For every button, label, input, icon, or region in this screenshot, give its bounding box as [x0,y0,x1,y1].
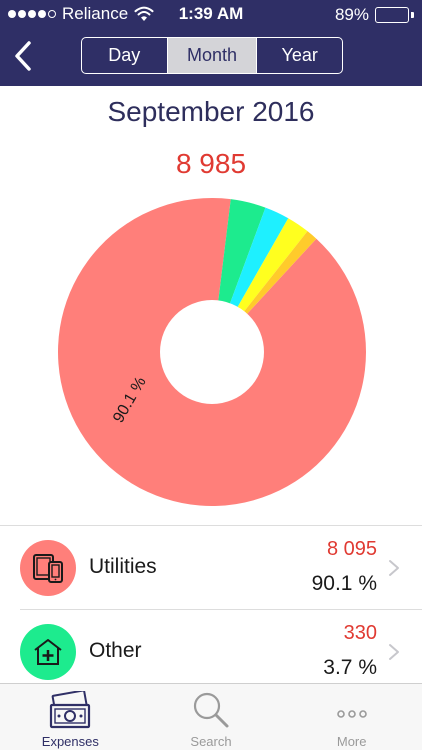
battery-status: 89% [335,5,414,25]
chevron-right-icon [389,560,399,576]
tab-bar: Expenses Search More [0,683,422,750]
category-name: Utilities [89,555,157,578]
tab-label: More [336,734,367,749]
segment-year[interactable]: Year [257,38,342,73]
category-row-other[interactable]: Other 330 3.7 % [0,610,422,694]
house-plus-icon [34,639,62,665]
category-amount: 8 095 [326,538,377,560]
period-segmented-control: Day Month Year [81,37,343,74]
status-bar: Reliance 1:39 AM 89% [0,0,422,28]
donut-hole [160,300,264,404]
battery-icon [375,7,409,23]
tab-expenses[interactable]: Expenses [0,684,141,750]
chevron-left-icon [15,41,31,71]
devices-icon [33,554,63,583]
category-percent: 3.7 % [323,656,377,679]
chevron-right-icon [389,644,399,660]
tab-search[interactable]: Search [141,684,282,750]
tab-label: Search [190,734,232,749]
period-title: September 2016 [107,96,315,127]
money-icon [48,690,92,730]
category-icon-bg [20,624,76,680]
back-button[interactable] [6,36,40,76]
nav-header: Reliance 1:39 AM 89% Day Month Year [0,0,422,86]
search-icon [189,690,233,730]
category-name: Other [89,639,142,662]
category-percent: 90.1 % [311,572,377,595]
segment-day[interactable]: Day [82,38,168,73]
segment-month[interactable]: Month [167,38,258,73]
category-row-utilities[interactable]: Utilities 8 095 90.1 % [0,526,422,610]
more-icon [330,690,374,730]
total-amount: 8 985 [175,148,247,179]
tab-label: Expenses [41,734,99,749]
battery-percent: 89% [334,5,369,24]
expenses-donut-chart: 90.1 % [58,198,366,506]
tab-more[interactable]: More [281,684,422,750]
category-amount: 330 [343,622,377,644]
category-list: Utilities 8 095 90.1 % Other 330 3.7 % [0,526,422,694]
category-icon-bg [20,540,76,596]
